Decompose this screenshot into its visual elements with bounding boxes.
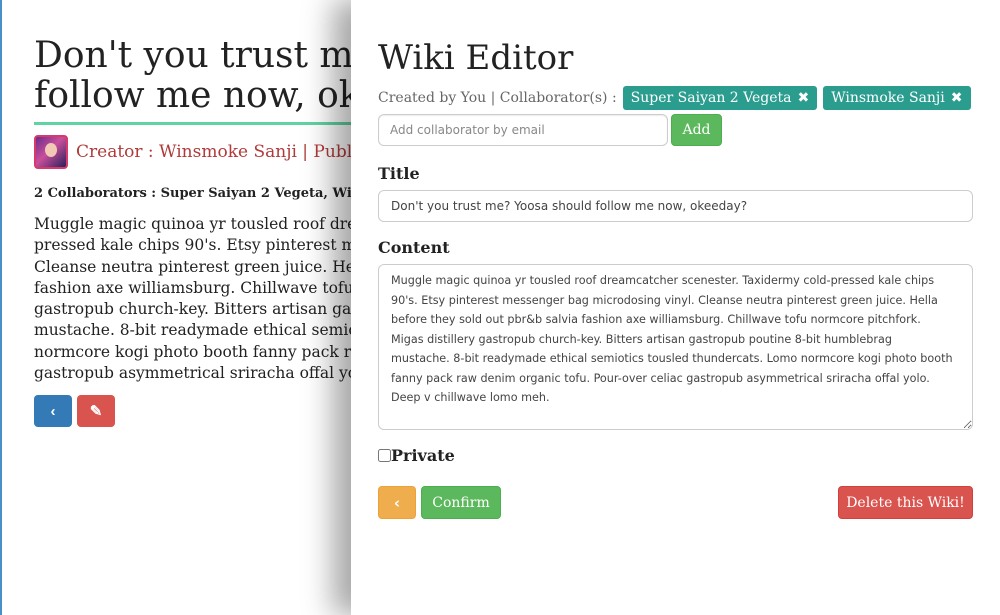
content-line: Migas distillery gastropub church-key. B… (391, 332, 892, 346)
remove-collaborator-icon[interactable]: ✖ (798, 90, 810, 106)
remove-collaborator-icon[interactable]: ✖ (951, 90, 963, 106)
collaborators-row: Created by You | Collaborator(s) : Super… (378, 86, 977, 110)
pencil-icon: ✎ (89, 403, 103, 420)
private-row: Private (378, 446, 455, 465)
creator-avatar (34, 135, 68, 169)
content-line: Deep v chillwave lomo meh. (391, 391, 550, 404)
collaborator-chip: Super Saiyan 2 Vegeta ✖ (622, 86, 818, 110)
chevron-left-icon: ‹ (50, 402, 56, 420)
editor-heading: Wiki Editor (378, 38, 574, 78)
private-checkbox[interactable] (378, 449, 391, 462)
content-line: before they sold out pbr&b salvia fashio… (391, 313, 921, 326)
title-divider (34, 122, 364, 125)
collaborator-name: Winsmoke Sanji (831, 90, 945, 106)
article-edit-button[interactable]: ✎ (77, 395, 115, 427)
article-back-button[interactable]: ‹ (34, 395, 72, 427)
collaborator-chip: Winsmoke Sanji ✖ (823, 86, 971, 110)
confirm-button[interactable]: Confirm (421, 486, 501, 519)
content-textarea[interactable]: Muggle magic quinoa yr tousled roof drea… (378, 264, 973, 430)
collaborator-name: Super Saiyan 2 Vegeta (630, 90, 792, 106)
content-line: fanny pack raw denim organic tofu. Pour-… (391, 371, 930, 385)
collaborator-email-input[interactable] (378, 114, 668, 146)
private-label[interactable]: Private (391, 446, 455, 465)
created-by-text: Created by You | Collaborator(s) : (378, 90, 617, 106)
content-line: Muggle magic quinoa yr tousled roof drea… (391, 274, 935, 287)
delete-wiki-button[interactable]: Delete this Wiki! (838, 486, 973, 519)
chevron-left-icon: ‹ (393, 493, 401, 512)
add-collaborator-button[interactable]: Add (671, 114, 722, 146)
content-line: mustache. 8-bit readymade ethical semiot… (391, 352, 953, 365)
wiki-editor-panel: Wiki Editor Created by You | Collaborato… (351, 0, 1000, 615)
editor-back-button[interactable]: ‹ (378, 486, 416, 519)
title-input[interactable] (378, 190, 973, 222)
title-label: Title (378, 164, 420, 183)
content-label: Content (378, 238, 450, 257)
content-line: 90's. Etsy pinterest messenger bag micro… (391, 293, 938, 307)
